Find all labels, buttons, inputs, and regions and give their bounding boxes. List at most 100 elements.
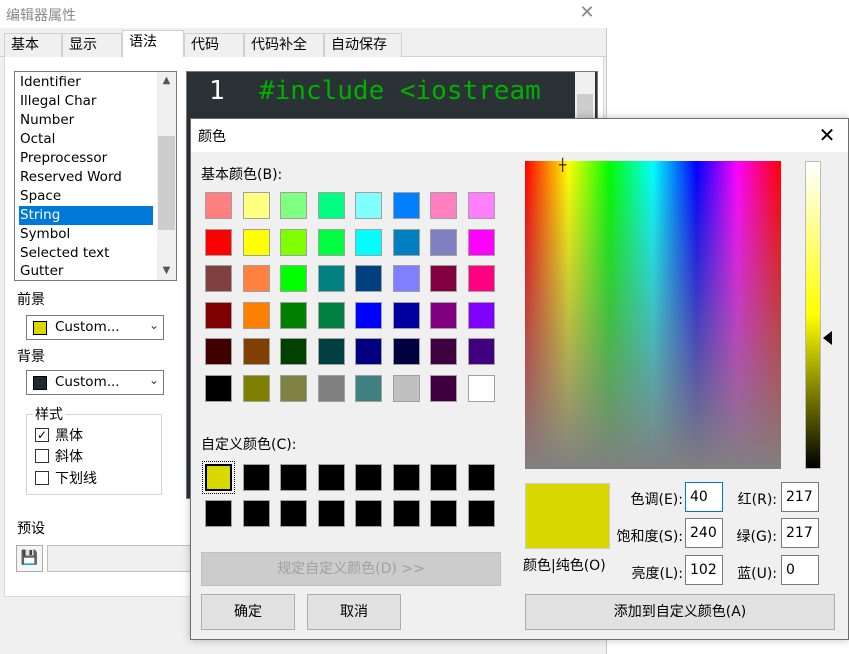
basic-color-swatch[interactable] [205,301,232,329]
basic-color-swatch[interactable] [355,265,382,292]
basic-color-swatch[interactable] [280,338,307,365]
basic-color-swatch[interactable] [467,192,495,219]
preset-combo[interactable] [47,545,191,572]
basic-color-swatch[interactable] [317,265,345,292]
basic-color-swatch[interactable] [205,338,232,365]
list-item[interactable]: Illegal Char [19,92,153,111]
basic-color-swatch[interactable] [430,265,457,292]
list-item[interactable]: Preprocessor [19,149,153,168]
define-custom-colors-button[interactable]: 规定自定义颜色(D) >> [201,552,501,586]
green-input[interactable]: 217 [781,518,819,548]
basic-color-swatch[interactable] [355,374,382,402]
basic-color-swatch[interactable] [392,338,420,365]
basic-color-swatch[interactable] [317,228,345,256]
red-input[interactable]: 217 [781,482,819,512]
basic-color-swatch[interactable] [355,338,382,365]
custom-color-swatch[interactable] [280,500,307,527]
list-item[interactable]: Symbol [19,225,153,244]
basic-color-swatch[interactable] [317,301,345,329]
basic-color-swatch[interactable] [355,301,382,329]
basic-color-swatch[interactable] [392,192,420,219]
basic-color-swatch[interactable] [430,374,457,402]
basic-color-swatch[interactable] [467,228,495,256]
custom-color-swatch[interactable] [205,500,232,527]
crosshair-icon[interactable]: ┼ [559,159,573,176]
background-combo[interactable]: Custom... ⌄ [26,370,164,395]
add-to-custom-colors-button[interactable]: 添加到自定义颜色(A) [525,594,835,630]
basic-color-swatch[interactable] [317,338,345,365]
list-item-selected[interactable]: String [19,206,153,225]
basic-color-swatch[interactable] [392,228,420,256]
custom-color-swatch[interactable] [242,464,270,491]
list-item[interactable]: Gutter [19,262,153,281]
custom-color-swatch[interactable] [280,464,307,491]
save-icon[interactable]: 💾 [16,545,43,572]
list-item[interactable]: Number [19,111,153,130]
cancel-button[interactable]: 取消 [307,594,401,630]
basic-color-swatch[interactable] [467,374,495,402]
basic-color-swatch[interactable] [242,192,270,219]
tab-syntax[interactable]: 语法 [122,30,184,58]
basic-color-swatch[interactable] [467,338,495,365]
basic-color-swatch[interactable] [467,301,495,329]
basic-color-swatch[interactable] [205,265,232,292]
syntax-item-list[interactable]: Identifier Illegal Char Number Octal Pre… [14,71,177,281]
list-item[interactable]: Space [19,187,153,206]
blue-input[interactable]: 0 [781,555,819,585]
custom-color-swatch[interactable] [467,464,495,491]
basic-color-swatch[interactable] [430,228,457,256]
custom-color-swatch[interactable] [430,464,457,491]
custom-color-swatch[interactable] [430,500,457,527]
tab-autosave[interactable]: 自动保存 [324,33,402,57]
color-solid-label[interactable]: 颜色|纯色(O) [523,555,606,575]
list-item[interactable]: Reserved Word [19,168,153,187]
basic-color-swatch[interactable] [392,374,420,402]
scroll-down-icon[interactable]: ▼ [157,262,176,279]
tab-code-completion[interactable]: 代码补全 [244,33,324,57]
scroll-up-icon[interactable]: ▲ [157,72,176,89]
close-icon[interactable]: ✕ [576,1,598,25]
tab-display[interactable]: 显示 [62,33,122,57]
color-spectrum[interactable] [525,161,781,469]
basic-color-swatch[interactable] [242,228,270,256]
foreground-combo[interactable]: Custom... ⌄ [26,315,164,340]
basic-color-swatch[interactable] [242,301,270,329]
basic-color-swatch[interactable] [242,338,270,365]
basic-color-swatch[interactable] [317,374,345,402]
basic-color-swatch[interactable] [430,301,457,329]
tab-basic[interactable]: 基本 [4,33,62,57]
list-item[interactable]: Octal [19,130,153,149]
underline-checkbox[interactable] [35,471,49,485]
list-scrollbar[interactable]: ▲ ▼ [157,72,176,280]
custom-color-swatch[interactable] [392,500,420,527]
close-icon[interactable]: ✕ [813,121,841,149]
custom-color-swatch[interactable] [317,500,345,527]
basic-color-swatch[interactable] [392,265,420,292]
italic-checkbox[interactable] [35,449,49,463]
basic-color-swatch[interactable] [242,265,270,292]
custom-color-swatch[interactable] [392,464,420,491]
custom-color-swatch[interactable] [317,464,345,491]
basic-color-swatch[interactable] [355,192,382,219]
luminance-arrow-icon[interactable] [823,331,832,345]
list-item[interactable]: Selected text [19,244,153,263]
basic-color-swatch[interactable] [280,374,307,402]
scroll-thumb[interactable] [158,136,175,230]
basic-color-swatch[interactable] [205,192,232,219]
hue-input[interactable]: 40 [685,482,723,512]
basic-color-swatch[interactable] [430,338,457,365]
basic-color-swatch[interactable] [205,374,232,402]
custom-color-swatch[interactable] [202,461,235,494]
custom-color-swatch[interactable] [242,500,270,527]
basic-color-swatch[interactable] [280,192,307,219]
basic-color-swatch[interactable] [280,265,307,292]
basic-color-swatch[interactable] [355,228,382,256]
ok-button[interactable]: 确定 [201,594,295,630]
custom-color-swatch[interactable] [355,464,382,491]
luminance-slider[interactable] [805,161,821,469]
tab-code[interactable]: 代码 [184,33,244,57]
list-item[interactable]: Identifier [19,73,153,92]
basic-color-swatch[interactable] [392,301,420,329]
basic-color-swatch[interactable] [280,301,307,329]
basic-color-swatch[interactable] [317,192,345,219]
